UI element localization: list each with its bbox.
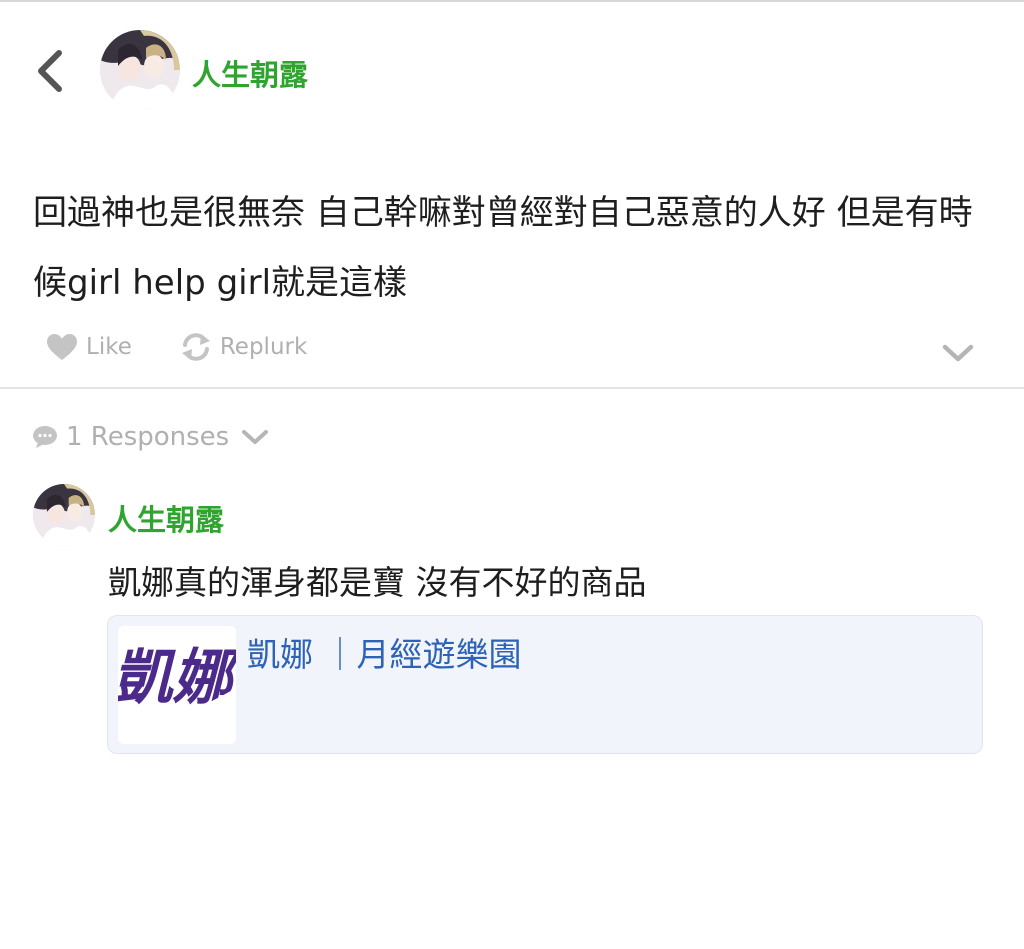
post-text: 回過神也是很無奈 自己幹嘛對曾經對自己惡意的人好 但是有時候girl help … (33, 193, 973, 303)
section-divider (0, 387, 1024, 389)
speech-bubble-icon (32, 425, 58, 449)
avatar[interactable] (100, 30, 180, 110)
replurk-icon (180, 332, 212, 362)
chevron-left-icon (38, 50, 62, 92)
author-name[interactable]: 人生朝露 (192, 52, 308, 94)
reply-avatar[interactable] (33, 484, 95, 546)
post-actions: Like Replurk (46, 332, 307, 362)
like-label: Like (86, 334, 132, 360)
chevron-down-icon (241, 428, 269, 446)
responses-count: 1 Responses (66, 422, 230, 452)
heart-icon (46, 333, 78, 361)
reply-author-name[interactable]: 人生朝露 (108, 497, 224, 539)
reply-text: 凱娜真的渾身都是寶 沒有不好的商品 (108, 563, 647, 602)
back-button[interactable] (28, 46, 72, 96)
responses-toggle[interactable]: 1 Responses (32, 422, 269, 452)
replurk-label: Replurk (219, 334, 308, 360)
link-preview-card[interactable]: 凱娜 凱娜 ｜月經遊樂園 (107, 615, 983, 754)
chevron-down-icon (942, 344, 974, 362)
link-title[interactable]: 凱娜 ｜月經遊樂園 (247, 628, 522, 676)
top-divider (0, 0, 1024, 2)
replurk-button[interactable]: Replurk (180, 332, 307, 362)
brand-logo: 凱娜 (118, 626, 236, 744)
more-options-button[interactable] (938, 338, 978, 368)
like-button[interactable]: Like (46, 333, 132, 361)
link-thumbnail: 凱娜 (118, 626, 236, 744)
